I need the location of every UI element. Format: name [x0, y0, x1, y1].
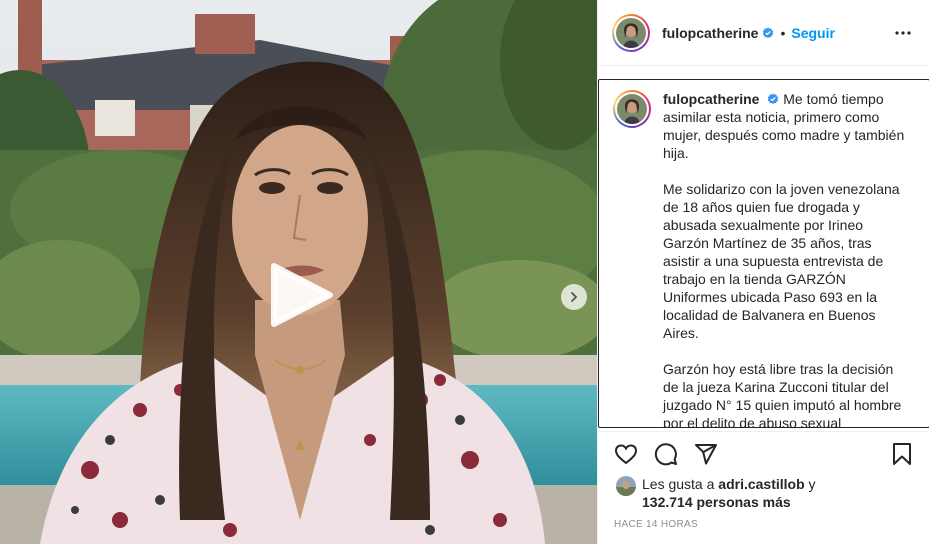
- bookmark-icon: [893, 443, 911, 465]
- comment-button[interactable]: [646, 434, 686, 474]
- post-video[interactable]: [0, 0, 597, 544]
- likes-text: Les gusta a adri.castillob y 132.714 per…: [642, 475, 816, 511]
- verified-badge-icon: [768, 93, 779, 105]
- like-button[interactable]: [606, 434, 646, 474]
- comments-section[interactable]: fulopcatherine Me tomó tiempo asimilar e…: [598, 79, 929, 428]
- post-timestamp[interactable]: Hace 14 horas: [614, 519, 698, 530]
- avatar-image: [616, 476, 636, 496]
- avatar-image: [616, 17, 646, 48]
- chevron-right-icon: [571, 292, 578, 302]
- save-button[interactable]: [882, 434, 922, 474]
- caption-username[interactable]: fulopcatherine: [663, 91, 759, 107]
- play-icon: [271, 263, 333, 327]
- follow-button[interactable]: Seguir: [791, 25, 835, 41]
- caption-avatar[interactable]: [613, 90, 651, 128]
- more-options-button[interactable]: [891, 21, 915, 45]
- avatar[interactable]: [612, 13, 650, 52]
- avatar-image: [617, 94, 647, 124]
- verified-badge-icon: [763, 27, 774, 38]
- action-bar: [598, 431, 929, 476]
- more-options-icon: [895, 30, 911, 35]
- share-button[interactable]: [686, 434, 726, 474]
- post-header: fulopcatherine • Seguir: [598, 0, 929, 66]
- likes-count[interactable]: 132.714 personas más: [642, 494, 791, 510]
- caption-paragraph: Me solidarizo con la joven venezolana de…: [663, 181, 900, 341]
- caption: fulopcatherine Me tomó tiempo asimilar e…: [599, 80, 929, 428]
- instagram-post-view: fulopcatherine • Seguir fulopcatherine M…: [0, 0, 929, 544]
- likes-summary: Les gusta a adri.castillob y 132.714 per…: [616, 475, 816, 511]
- caption-text: fulopcatherine Me tomó tiempo asimilar e…: [663, 90, 909, 428]
- post-details-panel: fulopcatherine • Seguir fulopcatherine M…: [597, 0, 929, 544]
- comment-icon: [654, 443, 677, 466]
- play-button[interactable]: [268, 262, 334, 328]
- likes-and: y: [808, 476, 816, 492]
- next-media-button[interactable]: [561, 284, 587, 310]
- liker-avatar[interactable]: [616, 476, 636, 496]
- caption-paragraph: Garzón hoy está libre tras la decisión d…: [663, 361, 902, 428]
- liker-username[interactable]: adri.castillob: [718, 476, 804, 492]
- username-link[interactable]: fulopcatherine: [662, 25, 758, 41]
- likes-prefix: Les gusta a: [642, 476, 715, 492]
- separator-dot: •: [780, 24, 786, 41]
- share-icon: [695, 444, 717, 465]
- heart-icon: [614, 444, 638, 465]
